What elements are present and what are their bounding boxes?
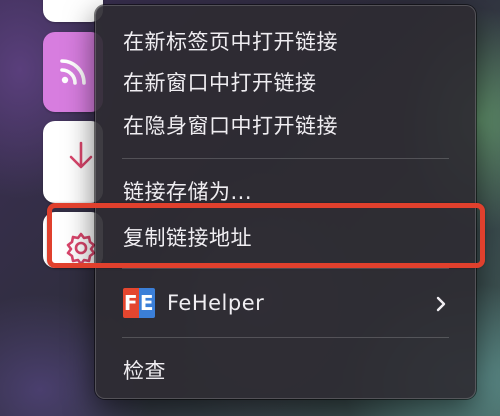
chevron-right-icon	[435, 294, 447, 312]
download-button[interactable]	[43, 121, 103, 203]
fehelper-logo-letter-f: F	[123, 288, 139, 318]
toolbar-tile-top[interactable]	[43, 0, 103, 22]
context-menu: 在新标签页中打开链接 在新窗口中打开链接 在隐身窗口中打开链接 链接存储为...…	[95, 5, 476, 399]
menu-item-fehelper[interactable]: F E FeHelper	[96, 283, 475, 323]
menu-separator	[122, 268, 449, 269]
menu-item-inspect[interactable]: 检查	[96, 350, 475, 390]
menu-item-open-new-window[interactable]: 在新窗口中打开链接	[96, 62, 475, 102]
menu-item-label: 在隐身窗口中打开链接	[123, 114, 338, 138]
rss-icon	[56, 55, 90, 89]
highlight-annotation-box	[47, 203, 485, 268]
menu-item-open-new-tab[interactable]: 在新标签页中打开链接	[96, 21, 475, 61]
fehelper-logo-icon: F E	[123, 288, 155, 318]
menu-item-label: FeHelper	[167, 291, 265, 315]
menu-separator	[122, 158, 449, 159]
menu-item-label: 链接存储为...	[123, 180, 253, 204]
menu-item-label: 在新窗口中打开链接	[123, 71, 317, 95]
fehelper-logo-letter-e: E	[139, 288, 155, 318]
download-arrow-icon	[68, 141, 94, 171]
menu-separator	[122, 337, 449, 338]
menu-item-open-incognito[interactable]: 在隐身窗口中打开链接	[96, 105, 475, 145]
menu-item-label: 在新标签页中打开链接	[123, 30, 338, 54]
rss-button[interactable]	[43, 32, 103, 112]
menu-item-label: 检查	[123, 359, 166, 383]
